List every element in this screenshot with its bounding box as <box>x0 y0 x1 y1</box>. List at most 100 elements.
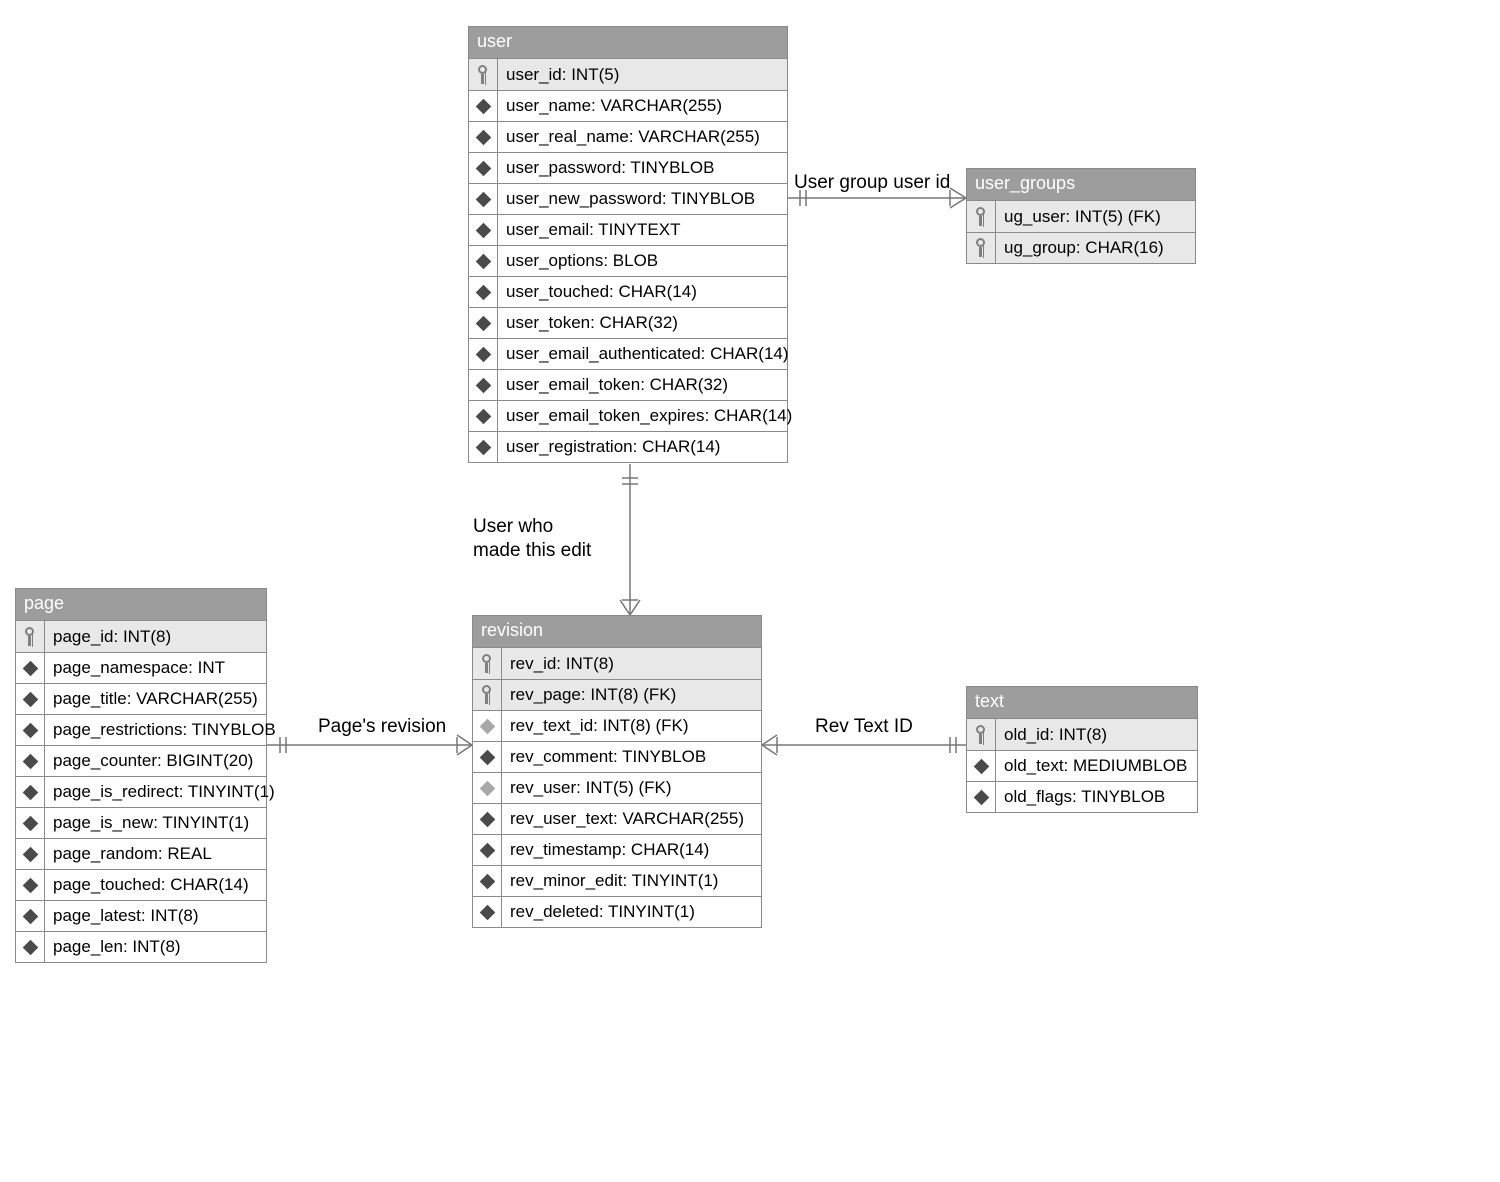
key-icon <box>480 685 494 705</box>
column-label: page_namespace: INT <box>45 653 266 683</box>
rel-label-page-revision: Page's revision <box>318 716 446 738</box>
diamond-icon <box>973 758 989 774</box>
table-row: user_options: BLOB <box>469 245 787 276</box>
diamond-icon <box>22 877 38 893</box>
table-text: textold_id: INT(8)old_text: MEDIUMBLOBol… <box>966 686 1198 813</box>
table-row: page_latest: INT(8) <box>16 900 266 931</box>
key-icon <box>23 627 37 647</box>
column-label: rev_user_text: VARCHAR(255) <box>502 804 761 834</box>
table-user: useruser_id: INT(5)user_name: VARCHAR(25… <box>468 26 788 463</box>
rel-label-user-revision-1: User who <box>473 516 553 538</box>
table-row: user_token: CHAR(32) <box>469 307 787 338</box>
table-row: page_namespace: INT <box>16 652 266 683</box>
column-label: page_restrictions: TINYBLOB <box>45 715 284 745</box>
table-row: user_real_name: VARCHAR(255) <box>469 121 787 152</box>
diamond-icon <box>475 346 491 362</box>
key-icon <box>974 725 988 745</box>
diamond-icon <box>22 908 38 924</box>
column-label: rev_minor_edit: TINYINT(1) <box>502 866 761 896</box>
column-label: ug_user: INT(5) (FK) <box>996 201 1195 232</box>
column-label: rev_text_id: INT(8) (FK) <box>502 711 761 741</box>
column-label: user_options: BLOB <box>498 246 787 276</box>
diamond-icon <box>22 660 38 676</box>
diamond-icon <box>475 129 491 145</box>
table-row: page_id: INT(8) <box>16 621 266 652</box>
table-row: page_is_redirect: TINYINT(1) <box>16 776 266 807</box>
table-title-text: text <box>967 687 1197 719</box>
column-label: user_touched: CHAR(14) <box>498 277 787 307</box>
table-row: page_is_new: TINYINT(1) <box>16 807 266 838</box>
table-row: ug_user: INT(5) (FK) <box>967 201 1195 232</box>
table-user-groups: user_groupsug_user: INT(5) (FK)ug_group:… <box>966 168 1196 264</box>
diamond-icon <box>22 939 38 955</box>
table-row: old_flags: TINYBLOB <box>967 781 1197 812</box>
table-title-user: user <box>469 27 787 59</box>
diamond-icon <box>475 284 491 300</box>
table-title-page: page <box>16 589 266 621</box>
table-row: rev_page: INT(8) (FK) <box>473 679 761 710</box>
table-row: rev_user: INT(5) (FK) <box>473 772 761 803</box>
column-label: user_id: INT(5) <box>498 59 787 90</box>
diamond-icon <box>479 873 495 889</box>
table-row: rev_minor_edit: TINYINT(1) <box>473 865 761 896</box>
table-row: page_random: REAL <box>16 838 266 869</box>
table-row: user_password: TINYBLOB <box>469 152 787 183</box>
diamond-icon <box>22 722 38 738</box>
column-label: rev_comment: TINYBLOB <box>502 742 761 772</box>
table-row: user_id: INT(5) <box>469 59 787 90</box>
rel-label-revision-text: Rev Text ID <box>815 716 913 738</box>
table-row: page_touched: CHAR(14) <box>16 869 266 900</box>
column-label: user_email: TINYTEXT <box>498 215 787 245</box>
diamond-icon <box>479 811 495 827</box>
table-row: page_restrictions: TINYBLOB <box>16 714 266 745</box>
column-label: user_token: CHAR(32) <box>498 308 787 338</box>
diamond-icon <box>475 377 491 393</box>
table-row: user_email_token_expires: CHAR(14) <box>469 400 787 431</box>
table-row: user_touched: CHAR(14) <box>469 276 787 307</box>
key-icon <box>974 238 988 258</box>
column-label: rev_timestamp: CHAR(14) <box>502 835 761 865</box>
diamond-icon <box>479 842 495 858</box>
diamond-icon <box>475 315 491 331</box>
table-row: rev_deleted: TINYINT(1) <box>473 896 761 927</box>
table-row: rev_comment: TINYBLOB <box>473 741 761 772</box>
column-label: user_email_authenticated: CHAR(14) <box>498 339 797 369</box>
table-row: page_len: INT(8) <box>16 931 266 962</box>
table-row: rev_text_id: INT(8) (FK) <box>473 710 761 741</box>
key-icon <box>480 654 494 674</box>
table-row: user_email: TINYTEXT <box>469 214 787 245</box>
table-row: old_id: INT(8) <box>967 719 1197 750</box>
column-label: rev_user: INT(5) (FK) <box>502 773 761 803</box>
rel-label-user-groups: User group user id <box>794 172 950 194</box>
rel-label-user-revision-2: made this edit <box>473 540 591 562</box>
diamond-icon <box>22 691 38 707</box>
column-label: page_title: VARCHAR(255) <box>45 684 266 714</box>
key-icon <box>974 207 988 227</box>
diamond-icon <box>475 222 491 238</box>
column-label: ug_group: CHAR(16) <box>996 233 1195 263</box>
diamond-icon <box>475 191 491 207</box>
table-row: page_counter: BIGINT(20) <box>16 745 266 776</box>
column-label: page_is_new: TINYINT(1) <box>45 808 266 838</box>
table-row: ug_group: CHAR(16) <box>967 232 1195 263</box>
key-icon <box>476 65 490 85</box>
column-label: user_password: TINYBLOB <box>498 153 787 183</box>
diamond-icon <box>475 253 491 269</box>
column-label: user_new_password: TINYBLOB <box>498 184 787 214</box>
table-row: user_new_password: TINYBLOB <box>469 183 787 214</box>
diamond-icon <box>475 98 491 114</box>
column-label: page_random: REAL <box>45 839 266 869</box>
diamond-icon <box>475 160 491 176</box>
table-row: page_title: VARCHAR(255) <box>16 683 266 714</box>
column-label: old_id: INT(8) <box>996 719 1197 750</box>
diamond-icon <box>973 789 989 805</box>
column-label: user_registration: CHAR(14) <box>498 432 787 462</box>
table-title-revision: revision <box>473 616 761 648</box>
table-row: user_name: VARCHAR(255) <box>469 90 787 121</box>
diamond-icon <box>475 408 491 424</box>
column-label: page_latest: INT(8) <box>45 901 266 931</box>
diamond-icon <box>22 815 38 831</box>
table-row: rev_id: INT(8) <box>473 648 761 679</box>
diamond-icon <box>22 753 38 769</box>
table-row: user_email_token: CHAR(32) <box>469 369 787 400</box>
